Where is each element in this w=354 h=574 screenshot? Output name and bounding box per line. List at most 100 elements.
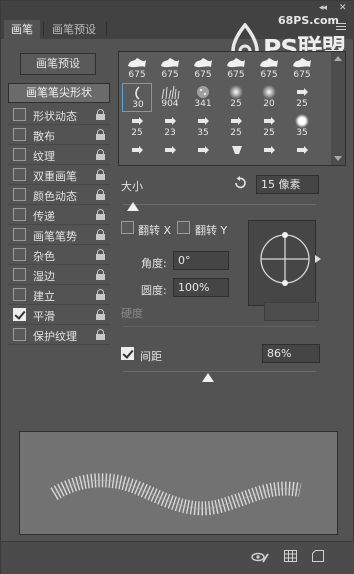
- lock-icon[interactable]: [96, 309, 105, 320]
- brush-tip-cell[interactable]: 35: [287, 112, 317, 141]
- flip-y-label: 翻转 Y: [195, 224, 228, 237]
- lock-icon[interactable]: [96, 129, 105, 140]
- brush-tip-cell[interactable]: [221, 141, 251, 165]
- option-brush-pose[interactable]: 画笔笔势: [8, 225, 110, 245]
- lock-icon[interactable]: [96, 109, 105, 120]
- size-slider-thumb[interactable]: [126, 202, 139, 211]
- checkbox[interactable]: [13, 188, 26, 201]
- brush-tip-cell[interactable]: 675: [155, 54, 185, 83]
- lock-icon[interactable]: [96, 289, 105, 300]
- lock-icon[interactable]: [96, 269, 105, 280]
- lock-icon[interactable]: [96, 249, 105, 260]
- checkbox[interactable]: [13, 268, 26, 281]
- lock-icon[interactable]: [96, 149, 105, 160]
- lock-icon[interactable]: [96, 229, 105, 240]
- close-icon[interactable]: ✕: [339, 3, 346, 13]
- option-protect-texture[interactable]: 保护纹理: [8, 325, 110, 345]
- brush-presets-button[interactable]: 画笔预设: [20, 53, 96, 75]
- brush-tip-thumbnail: [191, 85, 215, 99]
- option-transfer[interactable]: 传递: [8, 205, 110, 225]
- angle-field[interactable]: 0°: [173, 251, 229, 270]
- lock-icon[interactable]: [96, 169, 105, 180]
- spacing-checkbox[interactable]: [121, 347, 134, 360]
- option-noise[interactable]: 杂色: [8, 245, 110, 265]
- option-shape-dynamics[interactable]: 形状动态: [8, 105, 110, 125]
- brush-tip-cell[interactable]: 35: [188, 112, 218, 141]
- checkbox[interactable]: [13, 128, 26, 141]
- scroll-up-icon[interactable]: [334, 56, 342, 61]
- brush-tip-cell[interactable]: [122, 141, 152, 165]
- brush-tip-cell[interactable]: 341: [188, 83, 218, 112]
- checkbox[interactable]: [13, 168, 26, 181]
- tab-brush-presets[interactable]: 画笔预设: [45, 20, 103, 39]
- brush-tip-cell[interactable]: [155, 141, 185, 165]
- hardness-field[interactable]: [264, 302, 319, 321]
- roundness-field[interactable]: 100%: [173, 278, 229, 297]
- brush-tip-thumbnail: [191, 143, 215, 157]
- brush-tip-cell[interactable]: 25: [221, 112, 251, 141]
- eye-brush-icon[interactable]: [251, 550, 269, 564]
- brush-tip-cell[interactable]: [254, 141, 284, 165]
- roundness-label: 圆度:: [141, 284, 167, 297]
- new-icon[interactable]: [312, 550, 324, 562]
- lock-icon[interactable]: [96, 209, 105, 220]
- size-field[interactable]: 15 像素: [256, 175, 319, 194]
- brush-tip-cell[interactable]: 675: [221, 54, 251, 83]
- checkbox[interactable]: [13, 148, 26, 161]
- grid-icon[interactable]: [284, 550, 297, 562]
- brush-tip-size: 25: [230, 128, 242, 138]
- flip-y-checkbox[interactable]: [177, 221, 190, 234]
- angle-roundness-widget[interactable]: [248, 220, 316, 306]
- spacing-slider-thumb[interactable]: [201, 373, 214, 382]
- brush-tip-cell[interactable]: [287, 141, 317, 165]
- brush-tip-cell[interactable]: 23: [155, 112, 185, 141]
- collapse-icon[interactable]: ◂◂: [319, 3, 327, 13]
- grid-scrollbar[interactable]: [331, 52, 345, 165]
- size-slider-track[interactable]: [123, 204, 316, 205]
- option-smoothing[interactable]: 平滑: [8, 305, 110, 325]
- option-build-up[interactable]: 建立: [8, 285, 110, 305]
- brush-tip-thumbnail: [257, 85, 281, 99]
- brush-tip-cell[interactable]: 25: [254, 112, 284, 141]
- spacing-field[interactable]: 86%: [262, 344, 320, 363]
- brush-tip-cell[interactable]: 25: [221, 83, 251, 112]
- angle-arrow-icon[interactable]: [315, 255, 321, 263]
- option-scattering[interactable]: 散布: [8, 125, 110, 145]
- brush-tip-cell[interactable]: 25: [287, 83, 317, 112]
- spacing-slider-track[interactable]: [123, 371, 316, 372]
- reset-size-icon[interactable]: [233, 176, 247, 190]
- checkbox[interactable]: [13, 228, 26, 241]
- checkbox[interactable]: [13, 208, 26, 221]
- checkbox[interactable]: [13, 108, 26, 121]
- option-wet-edges[interactable]: 湿边: [8, 265, 110, 285]
- crosshair-circle-icon: [260, 232, 310, 286]
- option-color-dynamics[interactable]: 颜色动态: [8, 185, 110, 205]
- brush-tip-cell[interactable]: 30: [122, 83, 152, 112]
- checkbox[interactable]: [13, 248, 26, 261]
- option-texture[interactable]: 纹理: [8, 145, 110, 165]
- brush-tip-size: 25: [263, 128, 275, 138]
- option-label: 颜色动态: [33, 190, 77, 203]
- scroll-down-icon[interactable]: [334, 156, 342, 161]
- brush-tip-cell[interactable]: [188, 141, 218, 165]
- brush-tip-cell[interactable]: 675: [254, 54, 284, 83]
- brush-tip-size: 35: [197, 128, 209, 138]
- brush-tip-thumbnail: [126, 86, 150, 100]
- brush-tip-shape-item[interactable]: 画笔笔尖形状: [8, 83, 110, 103]
- brush-tip-cell[interactable]: 25: [122, 112, 152, 141]
- option-dual-brush[interactable]: 双重画笔: [8, 165, 110, 185]
- lock-icon[interactable]: [96, 329, 105, 340]
- checkbox[interactable]: [13, 288, 26, 301]
- flip-x-checkbox[interactable]: [121, 221, 134, 234]
- checkbox[interactable]: [13, 308, 26, 321]
- brush-tip-cell[interactable]: 904: [155, 83, 185, 112]
- brush-tip-cell[interactable]: 675: [122, 54, 152, 83]
- brush-tip-cell[interactable]: 675: [188, 54, 218, 83]
- lock-icon[interactable]: [96, 189, 105, 200]
- brush-tip-cell[interactable]: 20: [254, 83, 284, 112]
- hardness-slider-track[interactable]: [123, 326, 316, 327]
- brush-tip-cell[interactable]: 675: [287, 54, 317, 83]
- option-label: 杂色: [33, 250, 55, 263]
- checkbox[interactable]: [13, 328, 26, 341]
- tab-brush[interactable]: 画笔: [4, 20, 40, 39]
